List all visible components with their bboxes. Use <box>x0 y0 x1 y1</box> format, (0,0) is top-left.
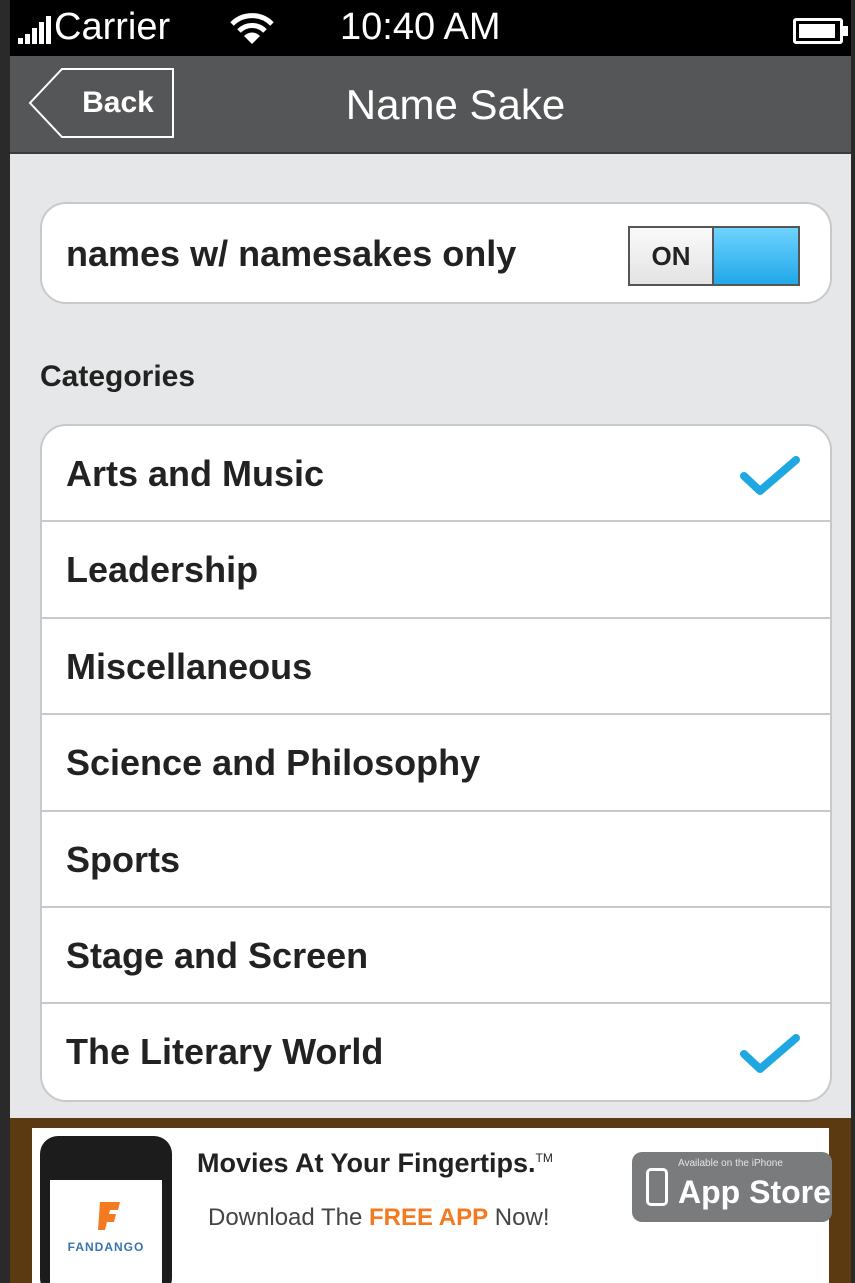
ad-headline: Movies At Your Fingertips.TM <box>197 1148 553 1179</box>
category-label: Sports <box>66 838 181 880</box>
category-label: Science and Philosophy <box>66 742 481 784</box>
app-store-label: App Store <box>678 1174 831 1210</box>
namesake-filter-switch[interactable]: ON <box>628 226 800 286</box>
ad-free-app: FREE APP <box>369 1204 489 1231</box>
navigation-bar: Back Name Sake <box>10 56 851 154</box>
checkmark-icon <box>740 456 800 495</box>
category-label: Miscellaneous <box>66 645 313 687</box>
category-row-miscellaneous[interactable]: Miscellaneous <box>42 619 830 716</box>
namesake-filter-cell: names w/ namesakes only ON <box>40 202 832 304</box>
switch-knob <box>714 228 798 284</box>
fandango-logo-icon <box>98 1202 120 1230</box>
categories-header: Categories <box>40 360 196 393</box>
phone-illustration: FANDANGO <box>40 1136 172 1283</box>
ad-headline-text: Movies At Your Fingertips. <box>197 1148 536 1178</box>
iphone-icon <box>646 1168 668 1206</box>
category-row-arts-and-music[interactable]: Arts and Music <box>42 426 830 523</box>
page-title: Name Sake <box>345 81 566 128</box>
category-label: Arts and Music <box>66 453 325 494</box>
signal-icon <box>18 16 51 44</box>
status-time: 10:40 AM <box>340 6 501 48</box>
category-label: Stage and Screen <box>66 934 369 976</box>
switch-on-label: ON <box>630 228 714 284</box>
category-row-stage-and-screen[interactable]: Stage and Screen <box>42 908 830 1005</box>
category-label: Leadership <box>66 549 259 591</box>
checkmark-icon <box>740 1034 800 1074</box>
back-button[interactable]: Back <box>28 68 174 138</box>
app-screen: Carrier 10:40 AM Back Name Sake names w/… <box>0 0 855 1283</box>
phone-screen: FANDANGO <box>50 1180 162 1283</box>
ad-banner: FANDANGO Movies At Your Fingertips.TM Do… <box>10 1118 851 1283</box>
ad-trademark: TM <box>535 1151 553 1165</box>
category-row-science-and-philosophy[interactable]: Science and Philosophy <box>42 715 830 812</box>
category-label: The Literary World <box>66 1031 384 1073</box>
ad-subline: Download The FREE APP Now! <box>208 1204 550 1232</box>
app-store-badge[interactable]: Available on the iPhone App Store <box>632 1152 832 1222</box>
status-bar: Carrier 10:40 AM <box>10 0 851 56</box>
fandango-wordmark: FANDANGO <box>67 1240 145 1254</box>
carrier-label: Carrier <box>54 6 171 48</box>
battery-icon <box>793 18 848 44</box>
wifi-icon <box>230 13 274 44</box>
back-button-label: Back <box>82 86 154 119</box>
app-store-caption: Available on the iPhone <box>678 1158 783 1169</box>
category-row-leadership[interactable]: Leadership <box>42 522 830 619</box>
category-row-sports[interactable]: Sports <box>42 812 830 908</box>
namesake-filter-label: names w/ namesakes only <box>66 233 517 274</box>
ad-subline-prefix: Download The <box>208 1204 369 1231</box>
ad-link[interactable]: FANDANGO Movies At Your Fingertips.TM Do… <box>32 1128 832 1283</box>
ad-subline-suffix: Now! <box>488 1204 550 1231</box>
categories-list: Arts and Music Leadership Miscellaneous … <box>40 424 832 1102</box>
category-row-the-literary-world[interactable]: The Literary World <box>42 1004 830 1100</box>
